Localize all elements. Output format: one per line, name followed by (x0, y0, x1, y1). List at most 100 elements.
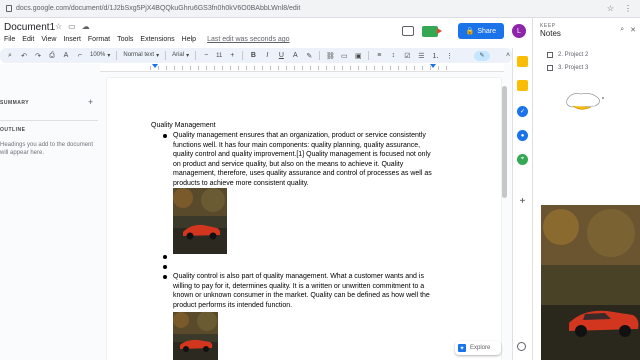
comment-history-icon[interactable] (401, 26, 414, 36)
bold-button[interactable]: B (249, 52, 257, 60)
last-edit-link[interactable]: Last edit was seconds ago (207, 36, 290, 43)
tasks-icon[interactable]: ✓ (517, 106, 528, 117)
paragraph[interactable]: Quality management ensures that an organ… (173, 131, 433, 188)
outline-hint: Headings you add to the document will ap… (0, 142, 94, 156)
share-button[interactable]: 🔒 Share (457, 23, 504, 39)
star-bookmark-icon[interactable]: ☆ (607, 4, 614, 13)
toolbar-divider (242, 51, 244, 60)
scrollbar-thumb[interactable] (502, 86, 507, 198)
toolbar-divider (116, 51, 118, 60)
insert-image-icon[interactable]: ▣ (354, 52, 362, 60)
search-icon[interactable]: ⌕ (620, 26, 624, 34)
menu-edit[interactable]: Edit (22, 36, 34, 43)
font-size-input[interactable]: 11 (216, 53, 222, 59)
insert-link-icon[interactable]: ⛓ (326, 52, 335, 60)
insert-comment-icon[interactable]: ▭ (340, 52, 348, 60)
keep-car-image[interactable] (541, 205, 640, 360)
menu-bar: File Edit View Insert Format Tools Exten… (4, 36, 290, 43)
spellcheck-icon[interactable]: A (62, 52, 70, 60)
align-icon[interactable]: ≡ (375, 52, 383, 60)
document-page[interactable]: Quality Management Quality management en… (107, 78, 501, 360)
search-menus-icon[interactable]: ⌕ (6, 52, 14, 60)
calendar-icon[interactable] (517, 56, 528, 67)
toolbar-divider (195, 51, 197, 60)
share-label: Share (477, 27, 496, 35)
avatar[interactable]: L (512, 24, 526, 38)
move-folder-icon[interactable]: ▭ (68, 22, 76, 31)
lock-icon (6, 5, 12, 12)
menu-insert[interactable]: Insert (63, 36, 81, 43)
more-options-icon[interactable]: ⋮ (445, 52, 453, 60)
cloud-status-icon[interactable]: ☁ (82, 22, 90, 31)
lock-icon: 🔒 (465, 28, 475, 35)
add-summary-icon[interactable]: + (88, 97, 93, 107)
highlight-color-icon[interactable]: ✎ (305, 52, 313, 60)
docs-header: Document1 ☆ ▭ ☁ File Edit View Insert Fo… (0, 18, 532, 48)
car-photo[interactable] (173, 188, 227, 254)
sketch-drawing (566, 93, 604, 110)
increase-font-size-button[interactable]: + (228, 52, 236, 60)
keep-checklist-item[interactable]: 2. Project 2 (547, 52, 588, 58)
print-icon[interactable]: ⎙ (48, 52, 56, 60)
url-text[interactable]: docs.google.com/document/d/1J2bSxg5PjX4B… (16, 5, 300, 12)
text-color-icon[interactable]: A (291, 52, 299, 60)
keep-checklist-item[interactable]: 3. Project 3 (547, 65, 588, 71)
undo-icon[interactable]: ↶ (20, 52, 28, 60)
menu-help[interactable]: Help (182, 36, 196, 43)
paint-format-icon[interactable]: ⌐ (76, 52, 84, 60)
ruler-ticks (150, 66, 450, 70)
numbered-list-icon[interactable]: ⒈ (431, 52, 439, 60)
toolbar-divider (368, 51, 370, 60)
paragraph[interactable]: Quality control is also part of quality … (173, 272, 433, 310)
zoom-select[interactable]: 100% ▾ (90, 52, 110, 59)
document-title[interactable]: Document1 (4, 22, 55, 33)
keep-item-label: 3. Project 3 (558, 65, 589, 71)
explore-label: Explore (470, 345, 491, 351)
meet-icon[interactable] (421, 25, 442, 37)
checklist-icon[interactable]: ☑ (403, 52, 411, 60)
left-indent-marker[interactable] (152, 64, 158, 68)
keep-item-label: 2. Project 2 (558, 52, 589, 58)
star-icon[interactable]: ☆ (55, 22, 62, 31)
maps-icon[interactable]: ⌖ (517, 154, 528, 165)
bulleted-list-icon[interactable]: ☰ (417, 52, 425, 60)
bullet-marker (163, 134, 167, 138)
style-select[interactable]: Normal text ▾ (123, 52, 159, 59)
checkbox[interactable] (547, 65, 553, 71)
bullet-marker (163, 265, 167, 269)
decrease-font-size-button[interactable]: − (202, 52, 210, 60)
underline-button[interactable]: U (277, 52, 285, 60)
document-heading[interactable]: Quality Management (151, 122, 216, 129)
hide-side-panel-icon[interactable] (517, 342, 526, 351)
right-indent-marker[interactable] (430, 64, 436, 68)
keep-icon[interactable] (517, 80, 528, 91)
toolbar-divider (165, 51, 167, 60)
keep-panel: KEEP Notes ⌕ ✕ 2. Project 2 3. Project 3 (532, 18, 640, 360)
menu-format[interactable]: Format (88, 36, 110, 43)
outline-label: OUTLINE (0, 127, 26, 133)
ruler[interactable] (100, 64, 504, 72)
menu-view[interactable]: View (41, 36, 56, 43)
menu-extensions[interactable]: Extensions (140, 36, 174, 43)
redo-icon[interactable]: ↷ (34, 52, 42, 60)
menu-file[interactable]: File (4, 36, 15, 43)
explore-icon: ✦ (458, 344, 466, 352)
car-photo[interactable] (173, 312, 218, 360)
line-spacing-icon[interactable]: ↕ (389, 52, 397, 60)
explore-button[interactable]: ✦ Explore (455, 341, 501, 355)
menu-tools[interactable]: Tools (117, 36, 133, 43)
font-select[interactable]: Arial ▾ (172, 52, 189, 59)
browser-url-bar: docs.google.com/document/d/1J2bSxg5PjX4B… (0, 0, 640, 18)
scrollbar[interactable] (502, 72, 507, 352)
side-panel-rail: ✓ ● ⌖ + (512, 48, 532, 360)
italic-button[interactable]: I (263, 52, 271, 60)
contacts-icon[interactable]: ● (517, 130, 528, 141)
get-addons-icon[interactable]: + (517, 196, 528, 207)
close-icon[interactable]: ✕ (630, 26, 636, 34)
summary-label: SUMMARY (0, 100, 30, 106)
editing-mode-button[interactable]: ✎ (474, 50, 490, 61)
collapse-toolbar-icon[interactable]: ˄ (504, 52, 512, 60)
formatting-toolbar: ⌕ ↶ ↷ ⎙ A ⌐ 100% ▾ Normal text ▾ Arial ▾ − … (0, 48, 512, 63)
checkbox[interactable] (547, 52, 553, 58)
browser-menu-icon[interactable]: ⋮ (624, 4, 632, 13)
